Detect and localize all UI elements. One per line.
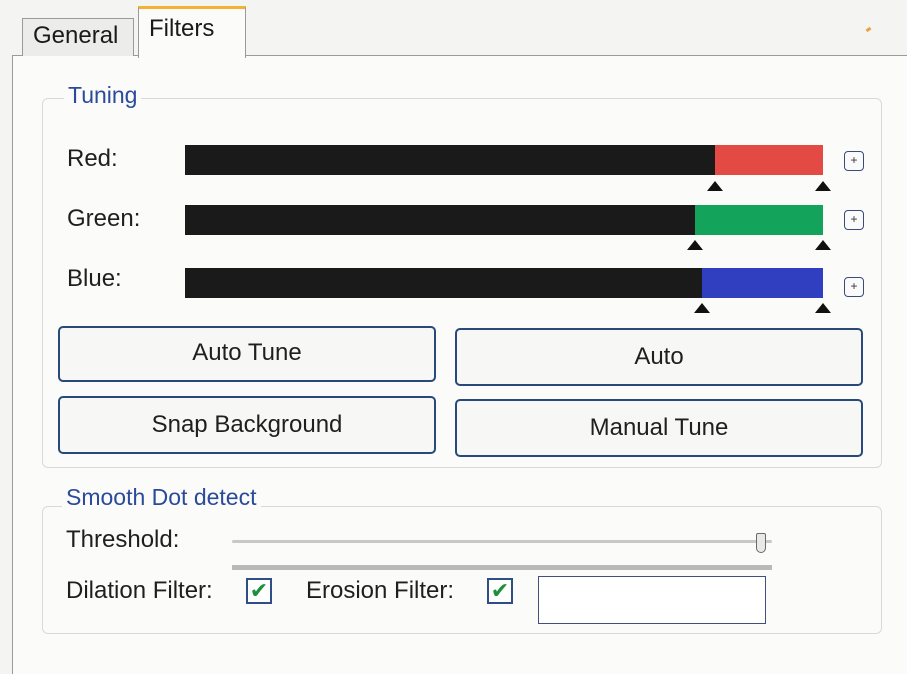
green-range-fill <box>695 205 823 235</box>
corner-mark <box>865 26 872 33</box>
blue-high-marker[interactable] <box>815 303 831 313</box>
tab-general[interactable]: General <box>22 18 134 56</box>
threshold-label: Threshold: <box>66 526 180 553</box>
auto-button[interactable]: Auto <box>455 328 863 386</box>
smooth-dot-title: Smooth Dot detect <box>62 484 261 511</box>
dilation-label: Dilation Filter: <box>66 577 213 604</box>
blue-label: Blue: <box>67 265 122 292</box>
tuning-title: Tuning <box>64 82 142 109</box>
manual-tune-button[interactable]: Manual Tune <box>455 399 863 457</box>
green-plus-button[interactable]: + <box>844 210 864 230</box>
red-label: Red: <box>67 145 118 172</box>
threshold-slider-base <box>232 565 772 570</box>
threshold-slider-track[interactable] <box>232 540 772 543</box>
green-range-bar[interactable] <box>185 205 823 235</box>
red-range-fill <box>714 145 823 175</box>
blue-range-fill <box>701 268 823 298</box>
blue-range-bar[interactable] <box>185 268 823 298</box>
value-textbox[interactable] <box>538 576 766 624</box>
dilation-checkbox[interactable]: ✔ <box>246 578 272 604</box>
green-low-marker[interactable] <box>687 240 704 250</box>
blue-plus-button[interactable]: + <box>844 277 864 297</box>
red-high-marker[interactable] <box>815 181 831 191</box>
green-label: Green: <box>67 205 141 232</box>
red-range-bar[interactable] <box>185 145 823 175</box>
threshold-slider-thumb[interactable] <box>756 533 767 553</box>
tab-filters[interactable]: Filters <box>138 6 246 58</box>
auto-tune-button[interactable]: Auto Tune <box>58 326 436 382</box>
green-high-marker[interactable] <box>815 240 831 250</box>
blue-low-marker[interactable] <box>693 303 710 313</box>
red-low-marker[interactable] <box>706 181 723 191</box>
snap-background-button[interactable]: Snap Background <box>58 396 436 454</box>
erosion-checkbox[interactable]: ✔ <box>487 578 513 604</box>
red-plus-button[interactable]: + <box>844 151 864 171</box>
erosion-label: Erosion Filter: <box>306 577 455 604</box>
